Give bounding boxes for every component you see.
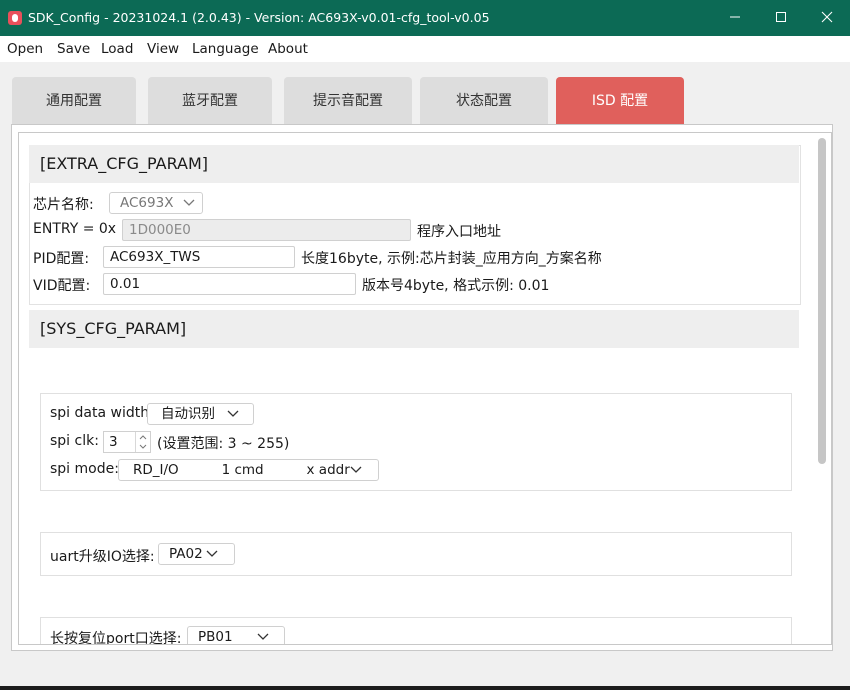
spi-width-label: spi data width:	[50, 405, 154, 421]
chevron-down-icon	[257, 633, 269, 640]
pid-label: PID配置:	[33, 251, 90, 267]
close-button[interactable]	[804, 0, 850, 36]
tab-isd[interactable]: ISD 配置	[556, 77, 684, 125]
vid-label: VID配置:	[33, 278, 91, 294]
uart-io-select[interactable]: PA02	[158, 543, 235, 565]
spi-mode-value: RD_I/O 1 cmd x addr	[133, 462, 350, 478]
spi-clk-value: 3	[109, 434, 118, 450]
spin-up-down-icon	[139, 435, 147, 449]
spi-mode-select[interactable]: RD_I/O 1 cmd x addr	[118, 459, 379, 481]
window-title: SDK_Config - 20231024.1 (2.0.43) - Versi…	[28, 10, 490, 25]
entry-label: ENTRY = 0x	[33, 221, 117, 237]
spi-clk-spinbox[interactable]: 3	[103, 431, 151, 453]
reset-port-select[interactable]: PB01	[187, 626, 285, 645]
pid-hint: 长度16byte, 示例:芯片封装_应用方向_方案名称	[301, 251, 602, 267]
menu-load[interactable]: Load	[101, 41, 133, 57]
vid-field[interactable]: 0.01	[103, 273, 356, 295]
spi-mode-label: spi mode:	[50, 461, 119, 477]
minimize-icon	[730, 16, 740, 18]
reset-port-value: PB01	[198, 629, 233, 645]
vertical-scrollbar[interactable]	[818, 138, 826, 464]
spi-clk-hint: (设置范围: 3 ~ 255)	[157, 436, 290, 452]
app-logo-icon	[8, 11, 22, 25]
tab-content-panel: [EXTRA_CFG_PARAM] 芯片名称: AC693X ENTRY = 0…	[11, 124, 833, 651]
uart-io-label: uart升级IO选择:	[50, 549, 155, 565]
menu-about[interactable]: About	[268, 41, 308, 57]
spi-clk-label: spi clk:	[50, 433, 99, 449]
chip-name-value: AC693X	[120, 195, 174, 211]
chevron-down-icon	[227, 410, 239, 417]
tab-status[interactable]: 状态配置	[420, 77, 548, 125]
maximize-button[interactable]	[758, 0, 804, 36]
menu-save[interactable]: Save	[57, 41, 90, 57]
tab-bluetooth[interactable]: 蓝牙配置	[148, 77, 272, 125]
sys-cfg-header: [SYS_CFG_PARAM]	[29, 310, 799, 348]
uart-io-value: PA02	[169, 546, 203, 562]
maximize-icon	[776, 12, 786, 22]
spi-width-value: 自动识别	[161, 406, 215, 422]
pid-field[interactable]: AC693X_TWS	[103, 246, 295, 268]
entry-address-field[interactable]: 1D000E0	[122, 219, 411, 241]
spin-arrows[interactable]	[135, 432, 150, 452]
close-icon	[821, 11, 833, 23]
menu-bar: Open Save Load View Language About	[0, 36, 850, 62]
tab-prompt-tone[interactable]: 提示音配置	[284, 77, 412, 125]
menu-view[interactable]: View	[147, 41, 179, 57]
entry-hint: 程序入口地址	[417, 224, 501, 240]
extra-cfg-header: [EXTRA_CFG_PARAM]	[29, 145, 799, 183]
title-bar[interactable]: SDK_Config - 20231024.1 (2.0.43) - Versi…	[0, 0, 850, 36]
chevron-down-icon	[350, 466, 362, 473]
vid-hint: 版本号4byte, 格式示例: 0.01	[362, 278, 550, 294]
app-window: SDK_Config - 20231024.1 (2.0.43) - Versi…	[0, 0, 850, 686]
menu-language[interactable]: Language	[192, 41, 259, 57]
minimize-button[interactable]	[712, 0, 758, 36]
chip-name-label: 芯片名称:	[33, 197, 94, 213]
tab-general[interactable]: 通用配置	[12, 77, 136, 125]
chevron-down-icon	[183, 199, 195, 206]
chevron-down-icon	[206, 550, 218, 557]
reset-port-label: 长按复位port口选择:	[50, 631, 182, 645]
menu-open[interactable]: Open	[7, 41, 43, 57]
scroll-area: [EXTRA_CFG_PARAM] 芯片名称: AC693X ENTRY = 0…	[18, 132, 832, 645]
spi-width-select[interactable]: 自动识别	[147, 403, 254, 425]
chip-name-select[interactable]: AC693X	[109, 192, 203, 214]
